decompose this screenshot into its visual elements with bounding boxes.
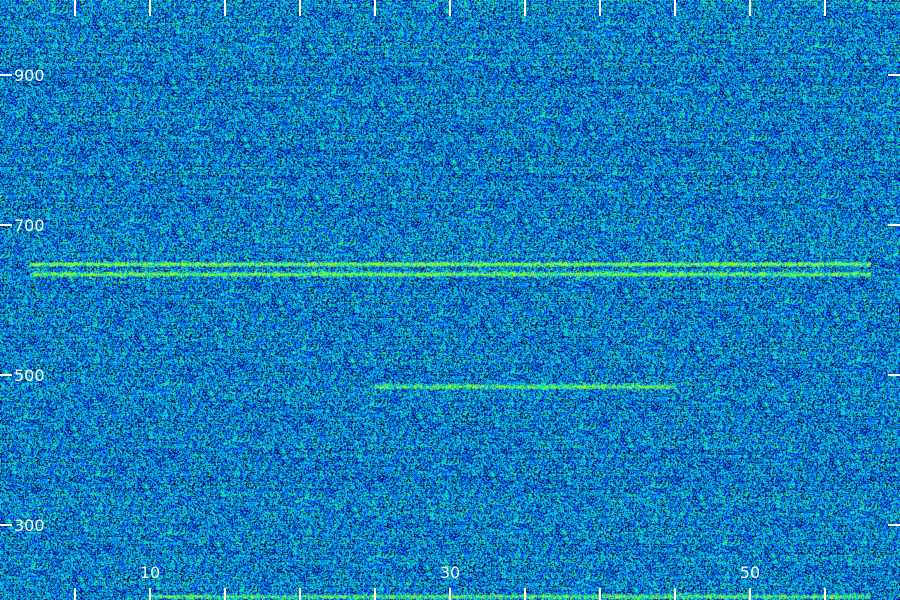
y-tick-label: 700 xyxy=(14,216,45,235)
x-tick-label: 30 xyxy=(440,563,460,582)
y-tick-label: 500 xyxy=(14,366,45,385)
y-tick-label: 300 xyxy=(14,516,45,535)
y-tick-label: 900 xyxy=(14,66,45,85)
axes-overlay: 10 30 50 900 700 500 300 xyxy=(0,0,900,600)
x-tick-label: 50 xyxy=(740,563,760,582)
x-tick-label: 10 xyxy=(140,563,160,582)
